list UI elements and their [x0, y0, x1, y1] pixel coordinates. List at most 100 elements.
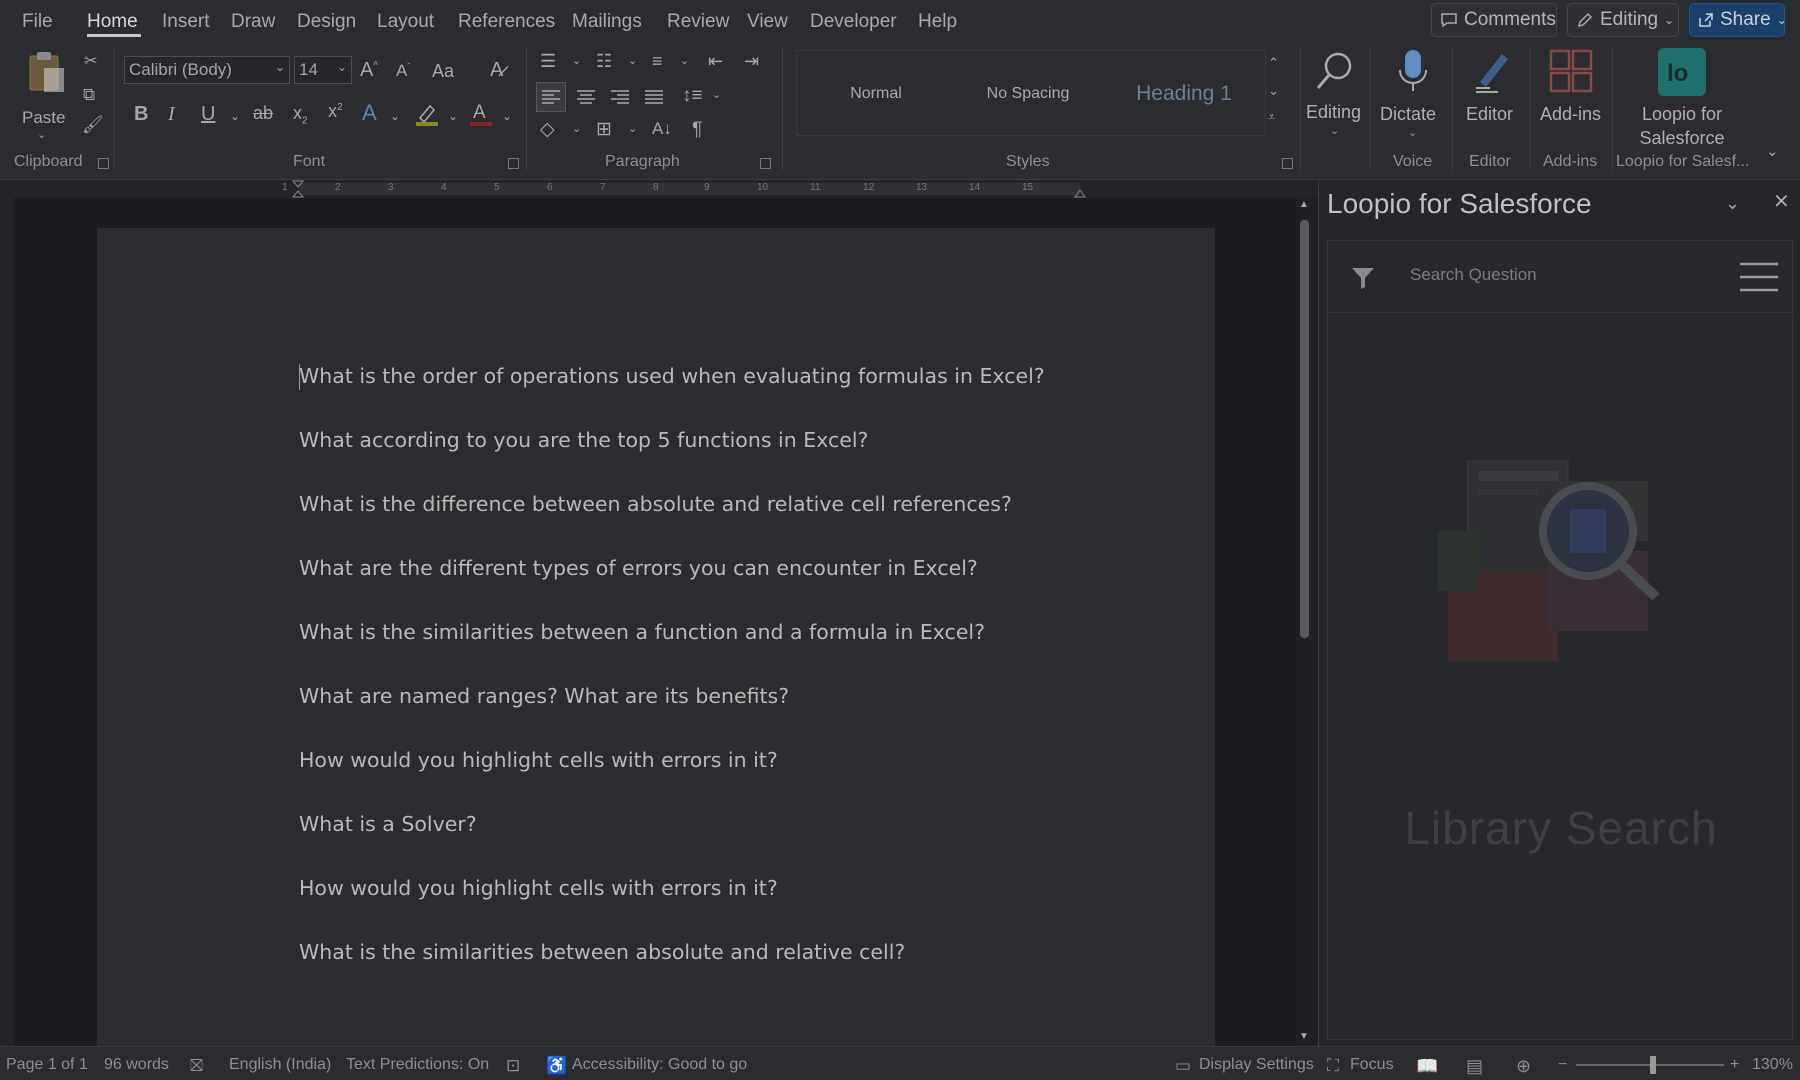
focus-button[interactable]: Focus [1350, 1056, 1394, 1074]
document-paragraph[interactable]: What according to you are the top 5 func… [299, 428, 868, 452]
chevron-down-icon[interactable]: ⌄ [390, 110, 400, 122]
change-case-button[interactable]: Aa [432, 62, 454, 80]
styles-launcher-icon[interactable] [1282, 158, 1293, 169]
chevron-down-icon[interactable]: ⌄ [448, 110, 458, 122]
paste-button[interactable]: Paste ⌄ [20, 50, 70, 141]
grow-font-icon[interactable]: A^ [360, 60, 378, 80]
decrease-indent-icon[interactable]: ⇤ [708, 52, 723, 70]
italic-icon[interactable]: I [168, 104, 175, 124]
editing-mode-button[interactable]: Editing ⌄ [1567, 3, 1679, 37]
menu-help[interactable]: Help [918, 11, 957, 33]
proofing-icon[interactable]: ⛝ [190, 1056, 203, 1076]
sort-icon[interactable]: A↓ [652, 120, 672, 137]
document-paragraph[interactable]: What is a Solver? [299, 812, 477, 836]
read-mode-icon[interactable]: 📖 [1416, 1056, 1438, 1077]
scroll-up-icon[interactable]: ▲ [1299, 200, 1309, 210]
font-launcher-icon[interactable] [508, 158, 519, 169]
filter-icon[interactable] [1350, 265, 1376, 291]
font-name-combo[interactable]: Calibri (Body) ⌄ [124, 56, 290, 84]
copy-icon[interactable]: ⧉ [83, 86, 95, 103]
menu-view[interactable]: View [747, 11, 788, 33]
chevron-down-icon[interactable]: ⌄ [712, 90, 721, 101]
underline-icon[interactable]: U [201, 104, 215, 124]
language-indicator[interactable]: English (India) [229, 1056, 331, 1074]
share-button[interactable]: Share ⌄ [1689, 3, 1787, 37]
scroll-down-icon[interactable]: ▼ [1299, 1032, 1309, 1042]
ribbon-collapse-icon[interactable]: ⌄ [1766, 144, 1779, 159]
menu-draw[interactable]: Draw [231, 11, 275, 33]
document-page[interactable]: What is the order of operations used whe… [97, 228, 1215, 1058]
page-count[interactable]: Page 1 of 1 [6, 1056, 88, 1074]
close-icon[interactable]: ✕ [1773, 192, 1790, 212]
chevron-down-icon[interactable]: ⌄ [680, 56, 689, 67]
chevron-down-icon[interactable]: ⌄ [572, 56, 581, 67]
web-layout-icon[interactable]: ⊕ [1516, 1056, 1531, 1077]
right-indent-marker-icon[interactable] [1074, 186, 1086, 198]
zoom-in-icon[interactable]: + [1730, 1056, 1739, 1074]
editing-button[interactable]: Editing ⌄ [1304, 46, 1364, 146]
font-color-icon[interactable]: A [468, 100, 494, 128]
word-count[interactable]: 96 words [104, 1056, 169, 1074]
menu-mailings[interactable]: Mailings [572, 11, 642, 33]
justify-icon[interactable] [640, 83, 668, 111]
superscript-icon[interactable]: x2 [328, 102, 343, 120]
macro-recording-icon[interactable]: ⊡ [506, 1056, 520, 1076]
zoom-slider-thumb[interactable] [1650, 1056, 1656, 1074]
menu-design[interactable]: Design [297, 11, 356, 33]
align-left-icon[interactable] [536, 82, 566, 112]
menu-review[interactable]: Review [667, 11, 729, 33]
strikethrough-icon[interactable]: ab [253, 104, 273, 122]
menu-insert[interactable]: Insert [162, 11, 210, 33]
addins-button[interactable]: Add-ins [1536, 46, 1606, 146]
style-no-spacing[interactable]: No Spacing [953, 65, 1103, 123]
document-paragraph[interactable]: What are the different types of errors y… [299, 556, 978, 580]
pane-options-chevron-icon[interactable]: ⌄ [1725, 194, 1740, 212]
align-center-icon[interactable] [572, 83, 600, 111]
highlight-icon[interactable] [414, 100, 440, 128]
chevron-down-icon[interactable]: ⌄ [230, 110, 240, 122]
format-painter-icon[interactable]: 🖌 [82, 116, 104, 133]
document-paragraph[interactable]: How would you highlight cells with error… [299, 748, 778, 772]
chevron-down-icon[interactable]: ⌄ [628, 56, 637, 67]
shrink-font-icon[interactable]: Aˇ [396, 62, 410, 79]
menu-hamburger-icon[interactable] [1738, 261, 1780, 293]
menu-layout[interactable]: Layout [377, 11, 434, 33]
accessibility-icon[interactable]: ♿ [546, 1056, 567, 1076]
document-paragraph[interactable]: What is the similarities between absolut… [299, 940, 905, 964]
cut-icon[interactable]: ✂ [84, 54, 97, 70]
style-heading-1[interactable]: Heading 1 [1113, 65, 1255, 123]
display-settings-button[interactable]: Display Settings [1199, 1056, 1314, 1074]
editor-button[interactable]: Editor [1458, 46, 1524, 146]
clipboard-launcher-icon[interactable] [98, 158, 109, 169]
increase-indent-icon[interactable]: ⇥ [744, 52, 759, 70]
loopio-button[interactable]: lo Loopio for Salesforce [1622, 46, 1742, 150]
bullets-icon[interactable]: ☰ [540, 52, 556, 70]
chevron-down-icon[interactable]: ⌄ [502, 110, 512, 122]
indent-marker-icon[interactable] [292, 180, 304, 198]
chevron-down-icon[interactable]: ⌄ [572, 124, 581, 135]
multilevel-list-icon[interactable]: ≡ [652, 52, 663, 70]
dictate-button[interactable]: Dictate ⌄ [1380, 46, 1446, 146]
chevron-down-icon[interactable]: ⌄ [628, 124, 637, 135]
menu-file[interactable]: File [22, 11, 53, 33]
zoom-level[interactable]: 130% [1752, 1056, 1793, 1074]
text-predictions[interactable]: Text Predictions: On [346, 1056, 489, 1074]
menu-developer[interactable]: Developer [810, 11, 897, 33]
text-effects-icon[interactable]: A [362, 102, 377, 124]
document-paragraph[interactable]: What are named ranges? What are its bene… [299, 684, 789, 708]
scrollbar-thumb[interactable] [1300, 220, 1309, 638]
print-layout-icon[interactable]: ▤ [1466, 1056, 1483, 1077]
styles-more-icon[interactable]: ⩡ [1268, 110, 1275, 123]
subscript-icon[interactable]: x2 [293, 104, 308, 127]
document-paragraph[interactable]: What is the similarities between a funct… [299, 620, 985, 644]
comments-button[interactable]: Comments [1431, 3, 1557, 37]
search-input[interactable] [1410, 258, 1670, 292]
document-paragraph[interactable]: What is the difference between absolute … [299, 492, 1012, 516]
font-size-combo[interactable]: 14 ⌄ [294, 56, 352, 84]
menu-references[interactable]: References [458, 11, 555, 33]
styles-scroll-down-icon[interactable]: ⌄ [1268, 84, 1279, 97]
document-paragraph[interactable]: What is the order of operations used whe… [299, 364, 1045, 388]
paragraph-launcher-icon[interactable] [760, 158, 771, 169]
menu-home[interactable]: Home [87, 11, 138, 33]
numbering-icon[interactable]: ☷ [596, 52, 612, 70]
